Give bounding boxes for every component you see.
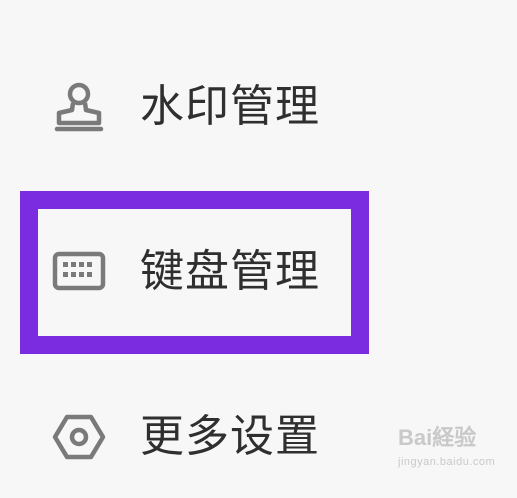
menu-item-label: 水印管理 xyxy=(140,81,320,132)
baidu-jingyan-watermark: Bai経验 jingyan.baidu.com xyxy=(398,425,510,473)
menu-item-label: 键盘管理 xyxy=(140,246,320,297)
menu-item-keyboard[interactable]: 键盘管理 xyxy=(0,210,517,330)
watermark-brand: Bai経验 xyxy=(398,425,477,450)
menu-item-label: 更多设置 xyxy=(140,411,320,462)
hex-settings-icon xyxy=(50,408,108,466)
watermark-site: jingyan.baidu.com xyxy=(398,456,496,468)
stamp-icon xyxy=(50,77,108,135)
keyboard-icon xyxy=(50,242,108,300)
menu-item-watermark[interactable]: 水印管理 xyxy=(0,45,517,165)
